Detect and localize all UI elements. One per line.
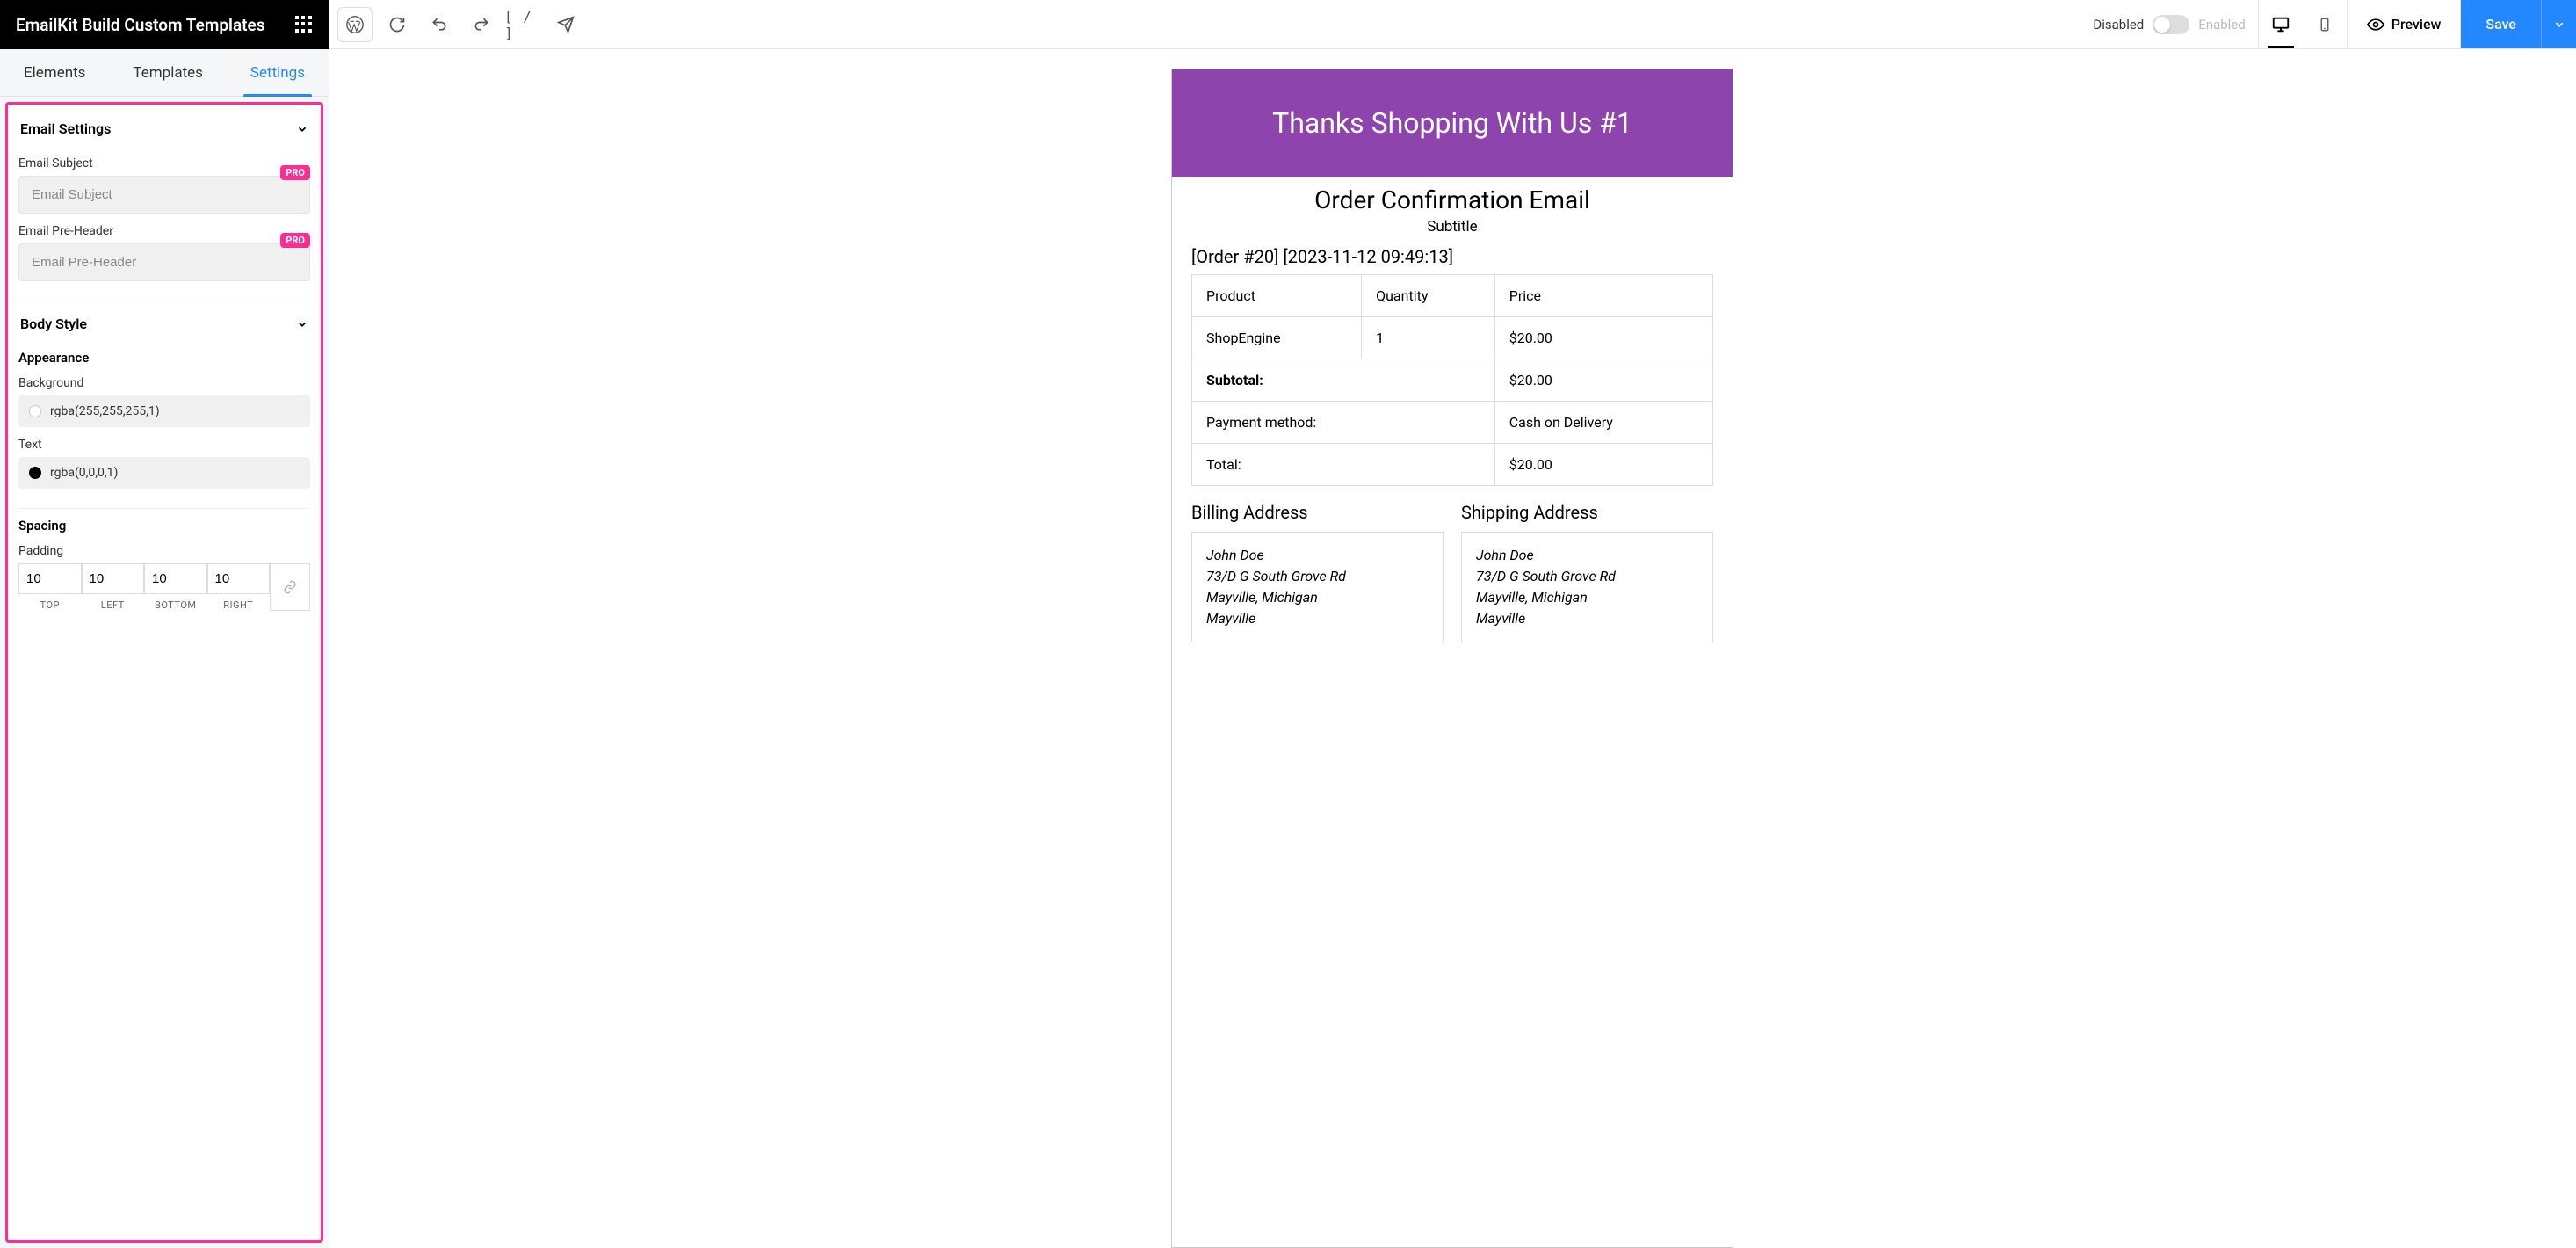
email-title[interactable]: Order Confirmation Email bbox=[1172, 185, 1733, 214]
table-row: Total: $20.00 bbox=[1192, 444, 1713, 486]
refresh-icon[interactable] bbox=[378, 5, 416, 44]
canvas[interactable]: Thanks Shopping With Us #1 Order Confirm… bbox=[329, 49, 2576, 1248]
color-swatch-icon bbox=[29, 467, 41, 479]
billing-address: John Doe 73/D G South Grove Rd Mayville,… bbox=[1191, 532, 1444, 642]
spacing-heading: Spacing bbox=[18, 518, 310, 533]
email-subtitle[interactable]: Subtitle bbox=[1172, 218, 1733, 236]
apps-grid-icon[interactable] bbox=[295, 16, 313, 33]
settings-panel: Email Settings Email Subject PRO Email P… bbox=[5, 102, 323, 1243]
body-style-title: Body Style bbox=[20, 316, 87, 332]
undo-icon[interactable] bbox=[420, 5, 459, 44]
email-banner[interactable]: Thanks Shopping With Us #1 bbox=[1172, 69, 1733, 177]
top-header: EmailKit Build Custom Templates [ / ] Di… bbox=[0, 0, 2576, 49]
device-desktop-icon[interactable] bbox=[2259, 0, 2303, 48]
save-button[interactable]: Save bbox=[2461, 0, 2541, 48]
email-preview[interactable]: Thanks Shopping With Us #1 Order Confirm… bbox=[1171, 69, 1733, 1248]
sidebar: Elements Templates Settings Email Settin… bbox=[0, 49, 329, 1248]
padding-right-input[interactable] bbox=[207, 563, 271, 594]
enable-toggle[interactable] bbox=[2153, 15, 2189, 34]
shipping-address: John Doe 73/D G South Grove Rd Mayville,… bbox=[1461, 532, 1713, 642]
eye-icon bbox=[2367, 16, 2384, 33]
billing-column: Billing Address John Doe 73/D G South Gr… bbox=[1191, 502, 1444, 642]
tab-templates[interactable]: Templates bbox=[126, 49, 210, 96]
text-color-label: Text bbox=[18, 438, 310, 452]
background-color-picker[interactable]: rgba(255,255,255,1) bbox=[18, 395, 310, 427]
text-color-picker[interactable]: rgba(0,0,0,1) bbox=[18, 457, 310, 489]
toggle-disabled-label: Disabled bbox=[2093, 17, 2144, 33]
pro-badge: PRO bbox=[280, 165, 310, 180]
device-switcher bbox=[2258, 0, 2348, 48]
background-value: rgba(255,255,255,1) bbox=[50, 404, 160, 418]
send-icon[interactable] bbox=[546, 5, 585, 44]
email-subject-input[interactable] bbox=[18, 176, 310, 214]
table-row: Subtotal: $20.00 bbox=[1192, 359, 1713, 402]
sidebar-tabs: Elements Templates Settings bbox=[0, 49, 329, 97]
color-swatch-icon bbox=[29, 405, 41, 417]
email-preheader-label: Email Pre-Header bbox=[18, 224, 310, 238]
table-row: Product Quantity Price bbox=[1192, 275, 1713, 317]
banner-text: Thanks Shopping With Us #1 bbox=[1181, 106, 1724, 140]
appearance-heading: Appearance bbox=[18, 350, 310, 366]
address-row[interactable]: Billing Address John Doe 73/D G South Gr… bbox=[1172, 502, 1733, 660]
chevron-down-icon bbox=[296, 318, 308, 330]
background-label: Background bbox=[18, 376, 310, 390]
padding-top-input[interactable] bbox=[18, 563, 82, 594]
padding-control: TOP LEFT BOTTOM RIGHT bbox=[18, 563, 310, 611]
text-color-value: rgba(0,0,0,1) bbox=[50, 466, 118, 480]
tab-elements[interactable]: Elements bbox=[17, 49, 92, 96]
tab-settings[interactable]: Settings bbox=[243, 49, 312, 96]
preview-label: Preview bbox=[2391, 16, 2442, 33]
email-subject-label: Email Subject bbox=[18, 156, 310, 171]
wordpress-icon[interactable] bbox=[337, 7, 373, 42]
body-style-header[interactable]: Body Style bbox=[18, 307, 310, 341]
padding-bottom-input[interactable] bbox=[144, 563, 207, 594]
billing-title: Billing Address bbox=[1191, 502, 1444, 523]
table-row: Payment method: Cash on Delivery bbox=[1192, 402, 1713, 444]
device-mobile-icon[interactable] bbox=[2303, 0, 2347, 48]
toolbar: [ / ] Disabled Enabled Preview Save bbox=[329, 0, 2576, 49]
preview-button[interactable]: Preview bbox=[2348, 0, 2462, 48]
chevron-down-icon bbox=[296, 123, 308, 135]
email-settings-title: Email Settings bbox=[20, 120, 111, 137]
link-values-icon[interactable] bbox=[270, 563, 310, 611]
app-title: EmailKit Build Custom Templates bbox=[16, 15, 265, 35]
table-row: ShopEngine 1 $20.00 bbox=[1192, 317, 1713, 359]
shipping-title: Shipping Address bbox=[1461, 502, 1713, 523]
shipping-column: Shipping Address John Doe 73/D G South G… bbox=[1461, 502, 1713, 642]
brand-bar: EmailKit Build Custom Templates bbox=[0, 0, 329, 49]
padding-label: Padding bbox=[18, 544, 310, 558]
order-meta[interactable]: [Order #20] [2023-11-12 09:49:13] bbox=[1172, 236, 1733, 274]
email-preheader-input[interactable] bbox=[18, 243, 310, 281]
padding-left-input[interactable] bbox=[82, 563, 145, 594]
save-dropdown-icon[interactable] bbox=[2541, 0, 2576, 48]
shortcode-button[interactable]: [ / ] bbox=[504, 5, 543, 44]
toggle-enabled-label: Enabled bbox=[2198, 17, 2245, 33]
redo-icon[interactable] bbox=[462, 5, 501, 44]
order-table[interactable]: Product Quantity Price ShopEngine 1 $20.… bbox=[1191, 274, 1713, 486]
enable-toggle-group: Disabled Enabled bbox=[2080, 15, 2257, 34]
email-settings-header[interactable]: Email Settings bbox=[18, 112, 310, 146]
pro-badge: PRO bbox=[280, 233, 310, 248]
